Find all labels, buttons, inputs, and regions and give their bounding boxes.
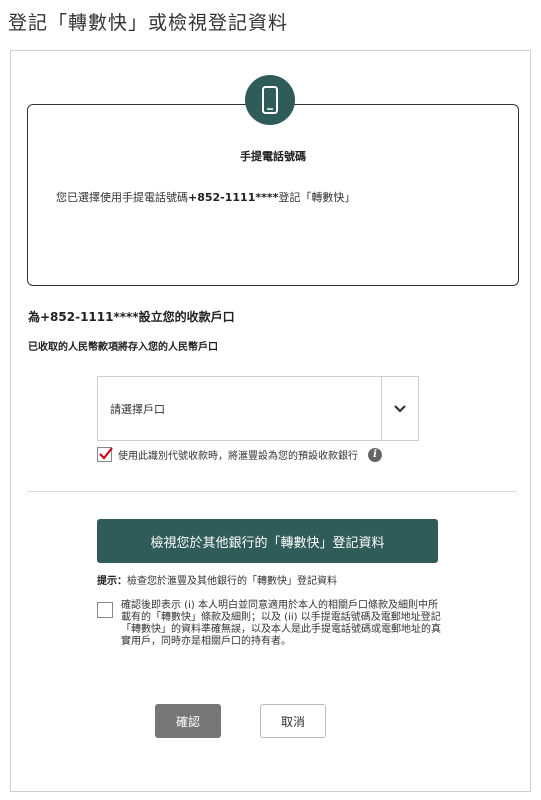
page-title: 登記「轉數快」或檢視登記資料 [8,12,289,34]
view-other-banks-button[interactable]: 檢視您於其他銀行的「轉數快」登記資料 [97,519,438,563]
hint-text: 提示：檢查您於滙豐及其他銀行的「轉數快」登記資料 [97,572,337,587]
mobile-phone-icon [245,75,295,125]
account-select[interactable]: 請選擇戶口 [97,376,419,441]
card-title: 手提電話號碼 [240,150,306,163]
default-bank-row: 使用此識別代號收款時，將滙豐設為您的預設收款銀行 i [97,447,382,462]
hint-label: 提示： [97,576,127,587]
info-icon[interactable]: i [368,447,382,462]
account-setup-title: 為+852-1111****設立您的收款戶口 [28,310,235,324]
phone-number-card: 手提電話號碼 您已選擇使用手提電話號碼+852-1111****登記「轉數快」 [27,104,519,286]
card-phone-number: +852-1111**** [188,191,279,204]
cancel-button[interactable]: 取消 [260,704,326,738]
card-text-prefix: 您已選擇使用手提電話號碼 [56,191,188,204]
terms-text: 確認後即表示 (i) 本人明白並同意適用於本人的相關戶口條款及細則中所載有的「轉… [121,600,441,647]
default-bank-checkbox[interactable] [97,447,113,462]
account-select-value: 請選擇戶口 [110,403,165,416]
chevron-down-icon[interactable] [381,377,418,440]
default-bank-label: 使用此識別代號收款時，將滙豐設為您的預設收款銀行 [118,451,358,462]
account-setup-subtitle: 已收取的人民幣款項將存入您的人民幣戶口 [28,342,218,353]
hint-body: 檢查您於滙豐及其他銀行的「轉數快」登記資料 [127,576,337,587]
card-description: 您已選擇使用手提電話號碼+852-1111****登記「轉數快」 [56,189,355,205]
confirm-button[interactable]: 確認 [155,704,221,738]
section-divider [27,491,517,492]
terms-checkbox[interactable] [97,602,113,618]
card-text-suffix: 登記「轉數快」 [278,191,356,204]
